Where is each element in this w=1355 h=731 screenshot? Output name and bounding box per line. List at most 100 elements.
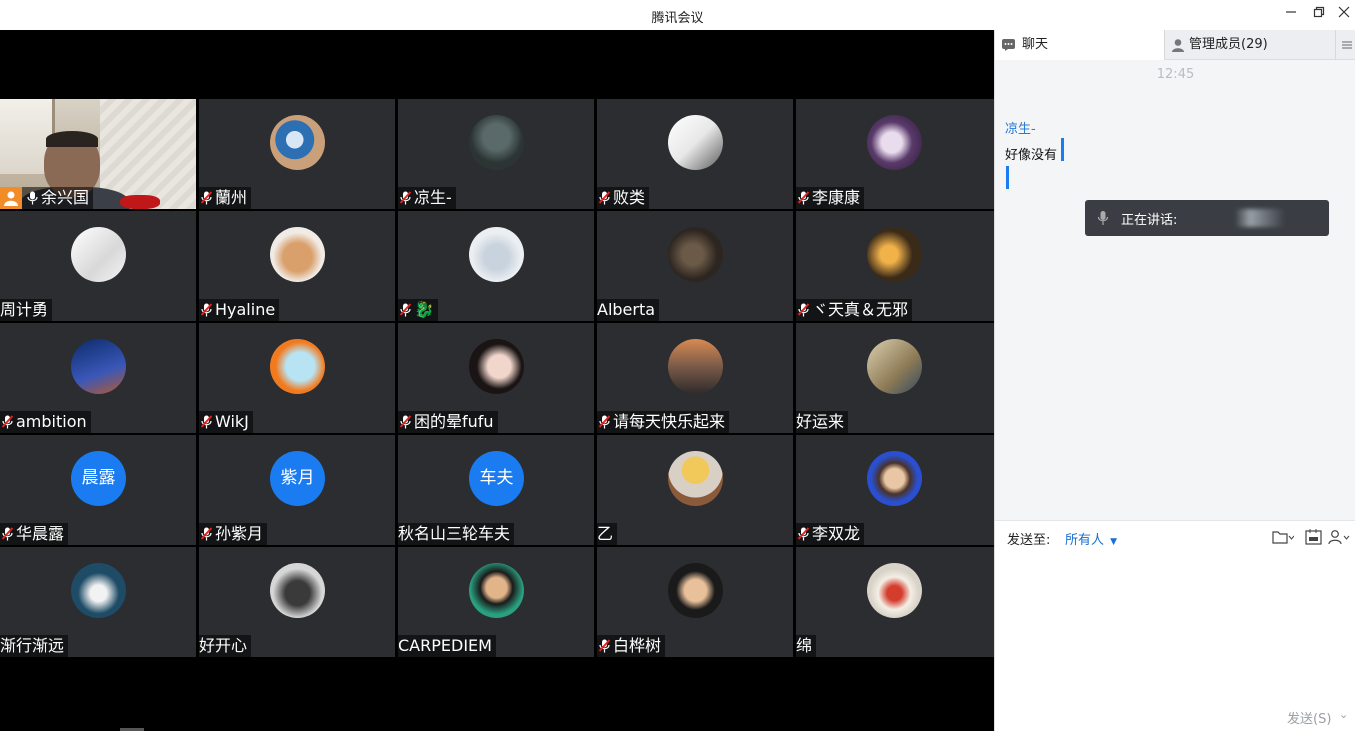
participant-nametag: 渐行渐远 (0, 635, 69, 657)
mic-muted-icon (199, 525, 214, 543)
participant-tile[interactable]: 请每天快乐起来 (597, 323, 793, 433)
tab-members[interactable]: 管理成员(29) (1166, 30, 1336, 60)
participant-tile[interactable]: 李双龙 (796, 435, 994, 545)
avatar (867, 451, 922, 506)
participant-nametag: ambition (0, 411, 91, 433)
avatar (668, 115, 723, 170)
participant-tile[interactable]: 败类 (597, 99, 793, 209)
avatar (71, 227, 126, 282)
participant-name: 余兴国 (41, 188, 90, 207)
participant-name: 困的晕fufu (414, 412, 494, 431)
chat-timestamp: 12:45 (1156, 67, 1195, 82)
mic-muted-icon (398, 189, 413, 207)
avatar: 紫月 (270, 451, 325, 506)
participant-tile[interactable]: 晨露 华晨露 (0, 435, 196, 545)
avatar (469, 339, 524, 394)
participant-tile[interactable]: 绵 (796, 547, 994, 657)
mic-muted-icon (597, 189, 612, 207)
avatar (270, 339, 325, 394)
participant-name: 孙紫月 (215, 524, 264, 543)
person-icon (1172, 39, 1184, 52)
participant-name: 好运来 (796, 412, 845, 431)
participant-tile[interactable]: 李康康 (796, 99, 994, 209)
participant-tile[interactable]: ambition (0, 323, 196, 433)
avatar (270, 563, 325, 618)
folder-icon[interactable] (1270, 527, 1296, 547)
mic-muted-icon (199, 189, 214, 207)
tab-members-label: 管理成员(29) (1189, 37, 1268, 52)
mic-muted-icon (796, 301, 811, 319)
tab-chat[interactable]: 聊天 (995, 30, 1165, 60)
participant-tile[interactable]: 余兴国 (0, 99, 196, 209)
participant-name: 渐行渐远 (0, 636, 65, 655)
participant-tile[interactable]: 车夫 秋名山三轮车夫 (398, 435, 594, 545)
participant-tile[interactable]: 渐行渐远 (0, 547, 196, 657)
participant-tile[interactable]: CARPEDIEM (398, 547, 594, 657)
mic-muted-icon (597, 413, 612, 431)
participant-tile[interactable]: 紫月 孙紫月 (199, 435, 395, 545)
send-to-dropdown[interactable]: 所有人 ▼ (1065, 529, 1117, 548)
participant-nametag: 李双龙 (796, 523, 865, 545)
participant-nametag: 请每天快乐起来 (597, 411, 730, 433)
participant-name: 秋名山三轮车夫 (398, 524, 511, 543)
restore-icon[interactable] (1308, 6, 1330, 24)
panel-tabs: 聊天 管理成员(29) (995, 30, 1355, 60)
send-options-chevron-icon[interactable]: ⌄ (1339, 708, 1348, 721)
avatar (469, 115, 524, 170)
chat-input-area[interactable]: 发送至: 所有人 ▼ 发送(S) ⌄ (995, 520, 1355, 731)
participant-tile[interactable]: 乙 (597, 435, 793, 545)
text-cursor (1006, 166, 1009, 189)
chat-messages: 12:45 凉生- 好像没有 正在讲话: (995, 60, 1355, 550)
participant-nametag: 好运来 (796, 411, 849, 433)
avatar (867, 227, 922, 282)
participant-tile[interactable]: ヾ天真＆无邪 (796, 211, 994, 321)
participant-tile[interactable]: 周计勇 (0, 211, 196, 321)
chat-icon (1002, 39, 1015, 51)
minimize-icon[interactable] (1280, 6, 1302, 24)
microphone-icon (25, 189, 40, 207)
avatar (668, 227, 723, 282)
participant-name: CARPEDIEM (398, 636, 492, 655)
video-area: 余兴国 蘭州 凉生- 败类 李康康周计勇 Hyaline 🐉 Alberta ヾ天真＆无邪 amb… (0, 30, 994, 731)
close-icon[interactable] (1333, 6, 1355, 24)
participant-nametag: 好开心 (199, 635, 252, 657)
participant-name: 白桦树 (613, 636, 662, 655)
mic-muted-icon (398, 301, 413, 319)
mic-muted-icon (398, 413, 413, 431)
participant-tile[interactable]: 凉生- (398, 99, 594, 209)
tab-chat-label: 聊天 (1022, 37, 1049, 52)
screenshot-icon[interactable] (1301, 527, 1327, 547)
participant-tile[interactable]: 蘭州 (199, 99, 395, 209)
participant-tile[interactable]: Hyaline (199, 211, 395, 321)
participant-name: 华晨露 (16, 524, 65, 543)
participant-tile[interactable]: WikJ (199, 323, 395, 433)
avatar (469, 227, 524, 282)
avatar: 晨露 (71, 451, 126, 506)
participant-nametag: WikJ (199, 411, 253, 433)
avatar (270, 227, 325, 282)
mention-user-icon[interactable] (1327, 527, 1353, 547)
participant-tile[interactable]: 白桦树 (597, 547, 793, 657)
participant-nametag: Hyaline (199, 299, 280, 321)
participant-tile[interactable]: 🐉 (398, 211, 594, 321)
send-button[interactable]: 发送(S) (1287, 708, 1331, 727)
participant-name: 败类 (613, 188, 646, 207)
participant-tile[interactable]: 困的晕fufu (398, 323, 594, 433)
participant-nametag: 🐉 (398, 299, 438, 321)
mic-muted-icon (0, 413, 15, 431)
participant-name: 蘭州 (215, 188, 248, 207)
participant-tile[interactable]: Alberta (597, 211, 793, 321)
participant-nametag: 孙紫月 (199, 523, 268, 545)
speaking-label: 正在讲话: (1121, 212, 1178, 228)
host-icon (0, 187, 22, 209)
message-sender[interactable]: 凉生- (1005, 118, 1036, 137)
participant-name: 绵 (796, 636, 813, 655)
message-text: 好像没有 (1005, 148, 1058, 163)
participant-tile[interactable]: 好运来 (796, 323, 994, 433)
send-to-label: 发送至: (1007, 533, 1051, 548)
participant-tile[interactable]: 好开心 (199, 547, 395, 657)
more-menu-icon[interactable] (1338, 30, 1355, 60)
speaking-indicator: 正在讲话: (1085, 200, 1329, 236)
avatar (71, 563, 126, 618)
send-to-value: 所有人 (1065, 533, 1105, 548)
